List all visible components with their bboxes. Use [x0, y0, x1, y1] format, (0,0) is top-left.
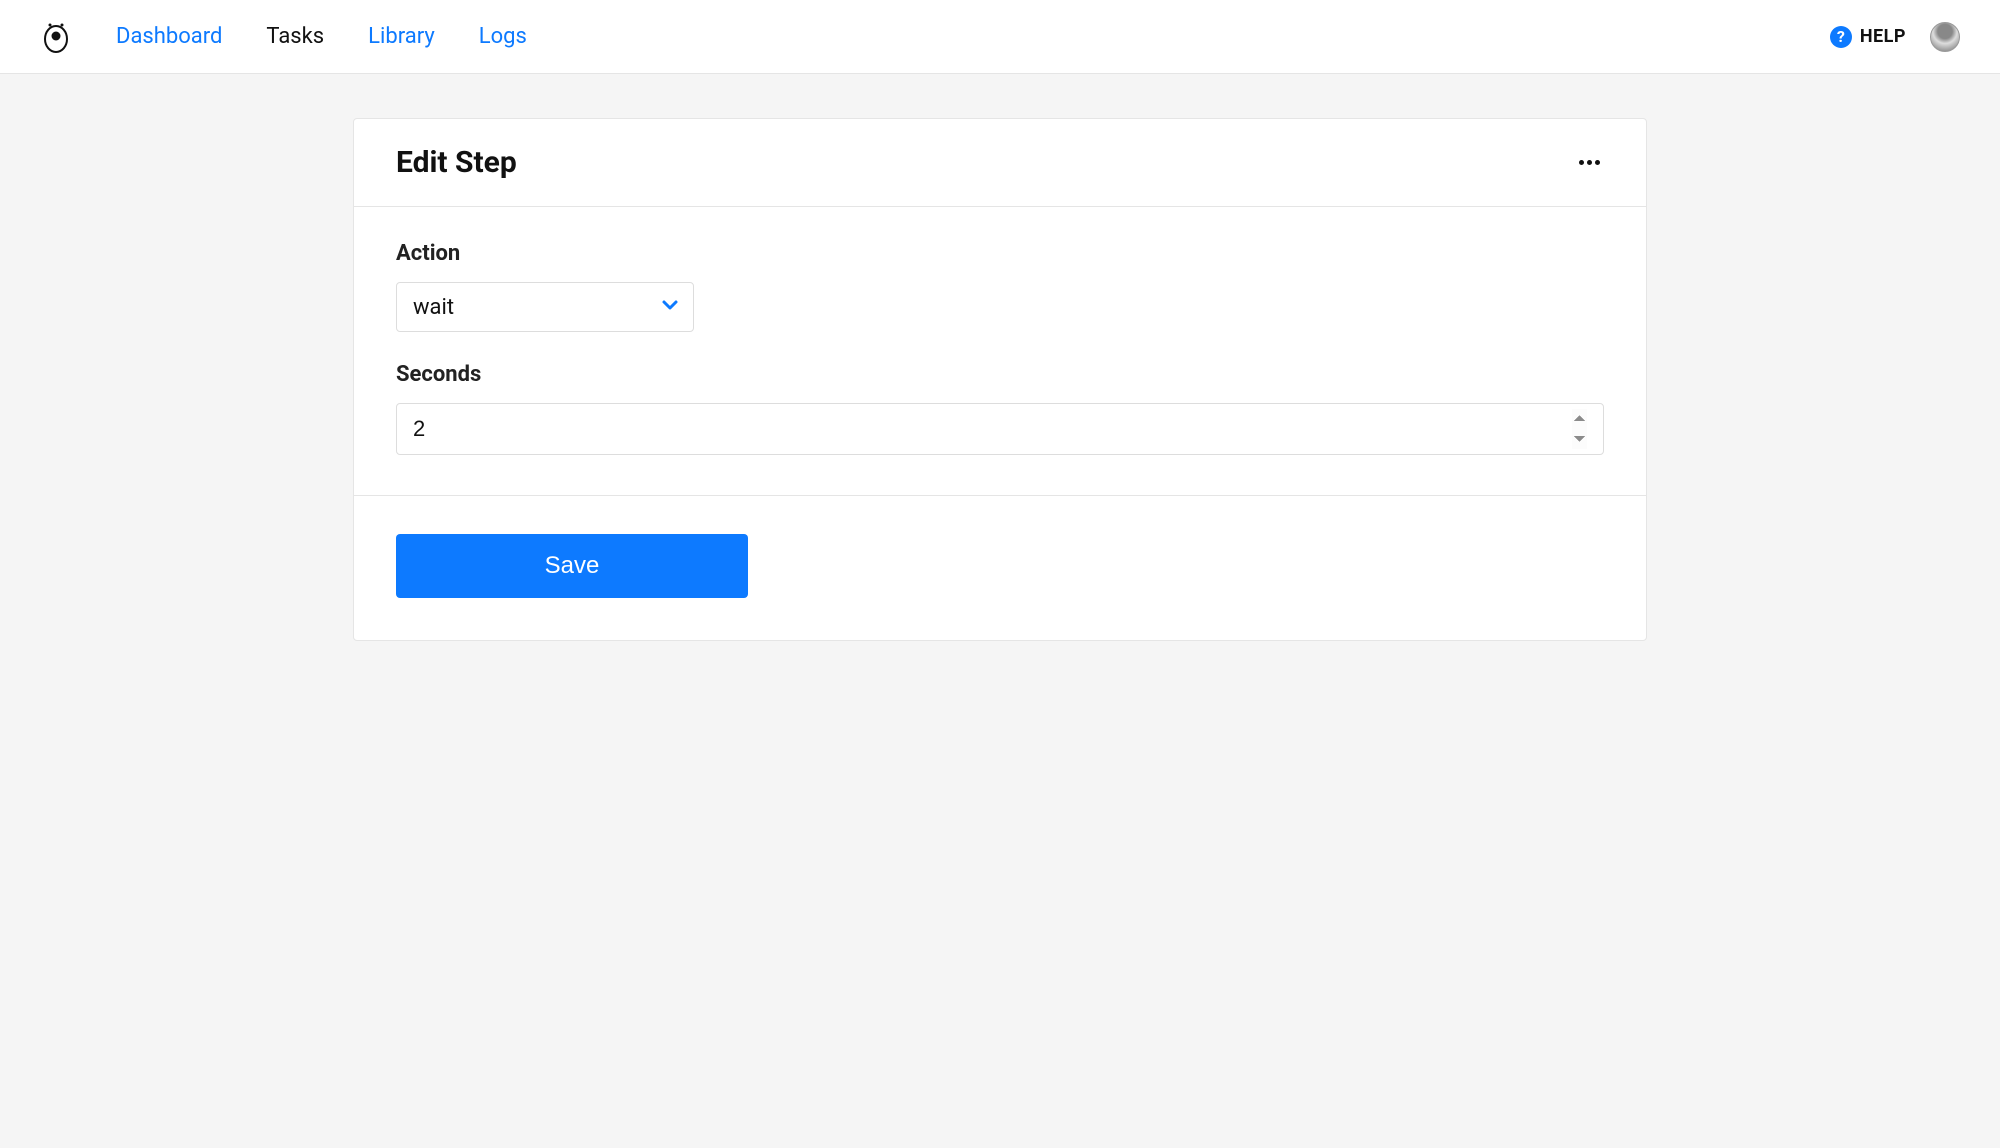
nav-logs[interactable]: Logs — [479, 24, 527, 49]
card-title: Edit Step — [396, 145, 517, 180]
card-body: Action wait Seconds — [354, 207, 1646, 496]
seconds-input[interactable] — [396, 403, 1604, 455]
help-label: HELP — [1860, 26, 1906, 47]
action-select-wrap: wait — [396, 282, 694, 332]
avatar[interactable] — [1930, 22, 1960, 52]
seconds-label: Seconds — [396, 362, 1604, 387]
nav-links: Dashboard Tasks Library Logs — [116, 24, 527, 49]
nav-dashboard[interactable]: Dashboard — [116, 24, 222, 49]
question-icon: ? — [1830, 26, 1852, 48]
card-menu-button[interactable] — [1575, 156, 1604, 169]
logo-icon — [40, 21, 72, 53]
content-area: Edit Step Action wait Seconds Save — [0, 74, 2000, 641]
action-label: Action — [396, 241, 1604, 266]
topbar-left: Dashboard Tasks Library Logs — [40, 21, 527, 53]
app-logo[interactable] — [40, 21, 72, 53]
help-button[interactable]: ? HELP — [1830, 26, 1906, 48]
nav-library[interactable]: Library — [368, 24, 435, 49]
nav-tasks[interactable]: Tasks — [266, 24, 324, 49]
card-header: Edit Step — [354, 119, 1646, 207]
edit-step-card: Edit Step Action wait Seconds Save — [353, 118, 1647, 641]
topbar: Dashboard Tasks Library Logs ? HELP — [0, 0, 2000, 74]
topbar-right: ? HELP — [1830, 22, 1960, 52]
action-select[interactable]: wait — [396, 282, 694, 332]
card-footer: Save — [354, 496, 1646, 640]
dots-icon — [1579, 160, 1584, 165]
save-button[interactable]: Save — [396, 534, 748, 598]
